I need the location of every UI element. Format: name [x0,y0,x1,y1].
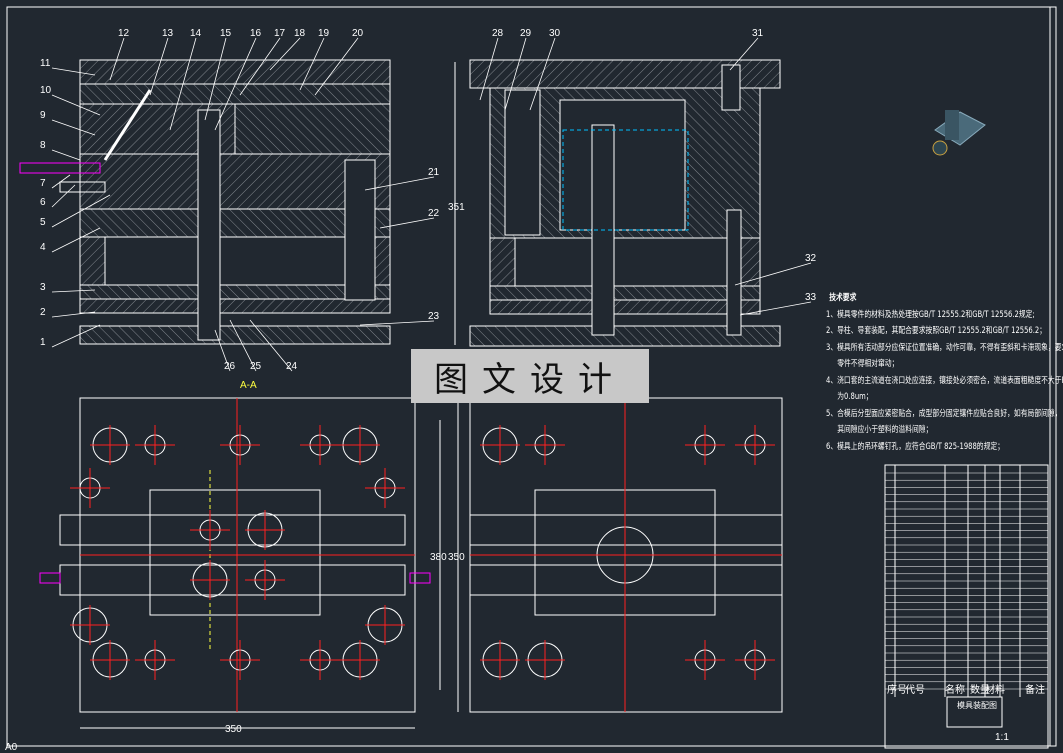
part-label: 21 [428,167,440,178]
requirement-item: 5、合模后分型面应紧密贴合，成型部分固定镶件应贴合良好，如有局部间隙， [826,408,1062,419]
part-label: 28 [492,28,504,39]
part-label: 11 [40,58,51,69]
table-header: 名称 [945,683,965,696]
part-label: 18 [294,28,306,39]
part-label: 30 [549,28,561,39]
part-label: 2 [40,307,46,318]
leader-line [359,320,435,326]
3d-part-preview [932,110,986,156]
scale: 1:1 [995,732,1009,743]
watermark: 图文设计 [411,349,649,403]
part-label: 16 [250,28,262,39]
part-label: 1 [40,337,46,348]
part-label: 23 [428,311,440,322]
requirement-item: 零件不得相对窜动； [837,359,899,369]
requirement-item: 2、导柱、导套装配，其配合要求按照GB/T 12555.2和GB/T 12556… [826,326,1047,336]
part-label: 3 [40,282,46,293]
part-label: 6 [40,197,46,208]
leader-line [51,184,76,208]
dim-height: 350 [448,552,465,563]
requirement-item: 1、模具零件的材料及热处理按GB/T 12555.2和GB/T 12556.2规… [826,309,1035,320]
table-header: 备注 [1025,683,1045,696]
requirement-item: 4、浇口套的主流道在浇口处应连接，镶接处必须密合，流道表面粗糙度不大于Ra值 [826,375,1063,386]
part-label: 17 [274,28,286,39]
part-label: 33 [805,292,817,303]
leader-line [51,149,81,161]
requirement-item: 3、模具所有活动部分应保证位置准确，动作可靠，不得有歪斜和卡滞现象，要求固定的 [826,342,1063,353]
part-label: 22 [428,208,440,219]
technical-requirements: 技术要求 1、模具零件的材料及热处理按GB/T 12555.2和GB/T 125… [826,290,1063,455]
sheet-size: A0 [5,742,18,753]
part-label: 24 [286,361,298,372]
part-label: 29 [520,28,532,39]
section-label: A-A [240,380,257,391]
part-label: 20 [352,28,364,39]
part-label: 13 [162,28,174,39]
table-header: 材料 [985,683,1005,696]
part-label: 4 [40,242,46,253]
requirement-item: 其间隙应小于塑料的溢料间隙； [837,425,933,435]
side-section-view [469,59,781,347]
part-label: 19 [318,28,330,39]
part-label: 12 [118,28,130,39]
dim-inner: 380 [430,552,447,563]
part-label: 15 [220,28,232,39]
title-block-title: 模具装配图 [957,701,997,710]
part-label: 25 [250,361,262,372]
dim-width: 350 [225,724,242,735]
part-label: 14 [190,28,202,39]
part-label: 5 [40,217,46,228]
table-header: 代号 [905,684,925,696]
requirement-item: 为0.8um； [837,392,873,402]
part-label: 26 [224,361,236,372]
part-label: 9 [40,110,46,121]
requirements-heading: 技术要求 [829,293,857,303]
table-header: 序号 [887,683,907,696]
part-label: 32 [805,253,817,264]
front-section-view [19,59,391,345]
part-label: 7 [40,178,46,189]
dim-side: 351 [448,202,465,213]
requirement-item: 6、模具上的吊环螺钉孔，应符合GB/T 825-1988的规定； [826,441,1005,452]
leader-line [51,311,96,318]
part-label: 31 [752,28,764,39]
part-label: 8 [40,140,46,151]
part-label: 10 [40,85,52,96]
